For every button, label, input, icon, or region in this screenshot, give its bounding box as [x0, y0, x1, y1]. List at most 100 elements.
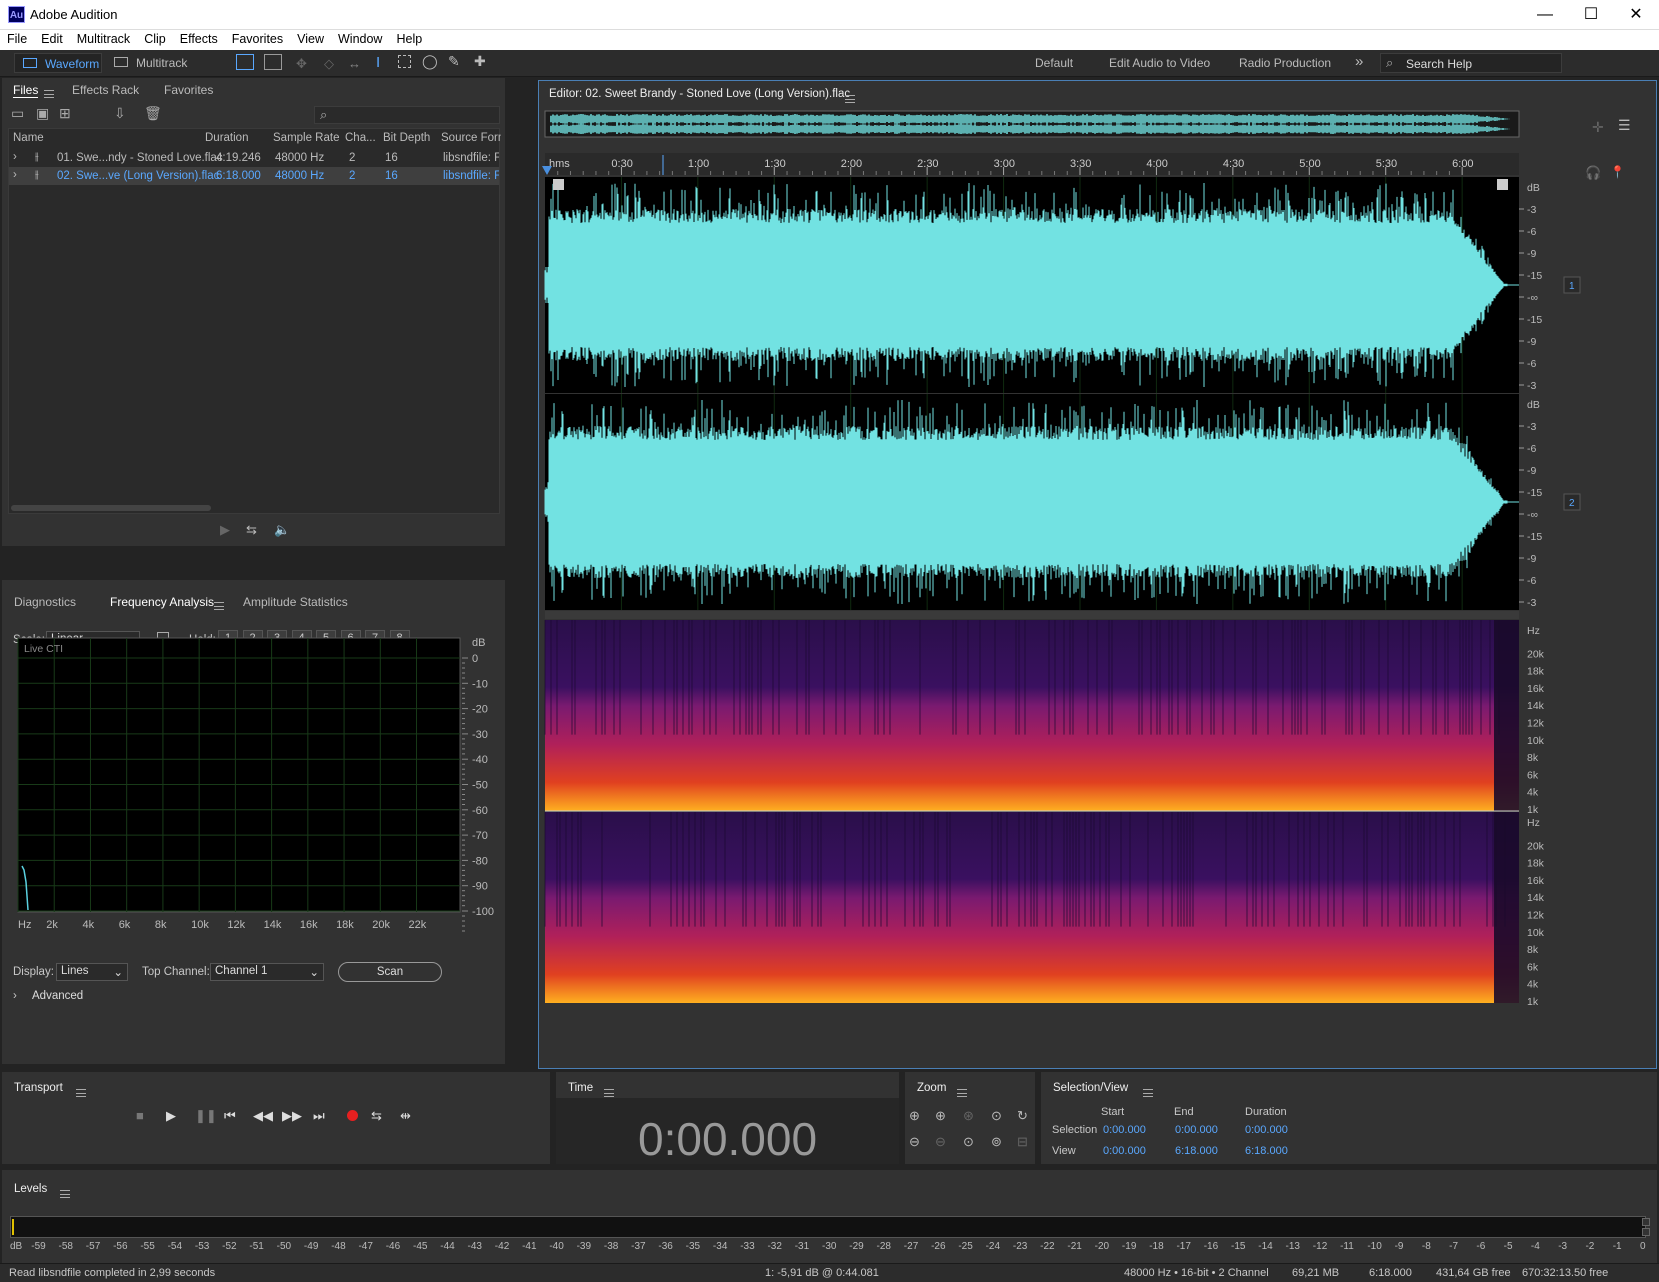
view-divider[interactable] [545, 611, 1519, 619]
rewind-icon[interactable]: ◀◀ [253, 1108, 273, 1124]
display-select[interactable]: Lines ⌄ [56, 963, 128, 981]
zoom-in-amplitude-icon[interactable]: ⊕ [909, 1108, 920, 1124]
file-row-selected[interactable]: › ⫲ 02. Swe...ve (Long Version).flac 6:1… [9, 167, 499, 185]
tab-amplitude-statistics[interactable]: Amplitude Statistics [243, 595, 348, 609]
menu-view[interactable]: View [290, 30, 331, 46]
import-file-icon[interactable]: ▣ [36, 105, 49, 122]
pause-icon[interactable]: ❚❚ [195, 1108, 217, 1124]
loop-playback-icon[interactable]: ⇆ [371, 1108, 382, 1124]
col-duration[interactable]: Duration [205, 132, 248, 144]
maximize-button[interactable]: ☐ [1568, 0, 1614, 30]
expand-icon[interactable]: › [13, 151, 17, 163]
move-tool-icon[interactable]: ✥ [296, 56, 307, 72]
skip-selection-icon[interactable]: ⇹ [400, 1108, 411, 1124]
zoom-reset-icon[interactable]: ↻ [1017, 1108, 1028, 1124]
autoplay-icon[interactable]: 🔈 [274, 522, 290, 538]
zoom-out-point-icon[interactable]: ⊙ [963, 1134, 974, 1150]
selection-menu-icon[interactable] [1143, 1089, 1153, 1097]
clip-indicator-left[interactable] [1642, 1218, 1650, 1226]
menu-clip[interactable]: Clip [137, 30, 173, 46]
analysis-panel-menu-icon[interactable] [214, 602, 224, 610]
horizontal-scrollbar[interactable] [11, 505, 211, 511]
workspace-edit-audio-to-video[interactable]: Edit Audio to Video [1109, 56, 1210, 70]
play-icon[interactable]: ▶ [166, 1108, 176, 1124]
waveform-view-button[interactable]: Waveform [14, 53, 102, 73]
open-file-icon[interactable]: ▭ [11, 105, 24, 122]
editor-canvas[interactable]: hms 0:30 1:00 1:30 2:00 2:30 3:00 3:30 4:00 4:30 5… [539, 81, 1658, 1070]
record-icon[interactable] [347, 1110, 358, 1121]
brush-tool-icon[interactable]: ✎ [448, 53, 460, 70]
advanced-toggle[interactable]: Advanced [32, 990, 83, 1002]
razor-tool-icon[interactable]: ◇ [324, 56, 334, 72]
loop-preview-icon[interactable]: ⇆ [246, 522, 257, 538]
menu-favorites[interactable]: Favorites [225, 30, 290, 46]
play-preview-icon[interactable]: ▶ [220, 522, 230, 538]
menu-edit[interactable]: Edit [34, 30, 70, 46]
tab-frequency-analysis[interactable]: Frequency Analysis [110, 595, 214, 609]
selection-end[interactable]: 0:00.000 [1175, 1124, 1218, 1136]
zoom-out-full-icon[interactable]: ⊚ [991, 1134, 1002, 1150]
spectral-frequency-icon[interactable] [264, 54, 282, 70]
levels-menu-icon[interactable] [60, 1190, 70, 1198]
scan-button[interactable]: Scan [338, 962, 442, 982]
tab-effects-rack[interactable]: Effects Rack [72, 83, 139, 97]
files-search-input[interactable]: ⌕ [314, 106, 500, 124]
file-row[interactable]: › ⫲ 01. Swe...ndy - Stoned Love.flac 4:1… [9, 149, 499, 167]
chevron-right-icon[interactable]: › [13, 990, 17, 1002]
fast-forward-icon[interactable]: ▶▶ [282, 1108, 302, 1124]
col-channels[interactable]: Cha... [345, 132, 376, 144]
view-start[interactable]: 0:00.000 [1103, 1145, 1146, 1157]
transport-menu-icon[interactable] [76, 1089, 86, 1097]
multitrack-view-button[interactable]: Multitrack [110, 53, 190, 73]
spectrogram-channel[interactable] [545, 620, 1519, 811]
zoom-selection-icon[interactable]: ⊛ [963, 1108, 974, 1124]
workspace-default[interactable]: Default [1035, 56, 1073, 70]
insert-into-multitrack-icon[interactable]: ⇩ [114, 105, 126, 122]
col-bit-depth[interactable]: Bit Depth [383, 132, 430, 144]
expand-icon[interactable]: › [13, 169, 17, 181]
close-button[interactable]: ✕ [1613, 0, 1659, 30]
menu-multitrack[interactable]: Multitrack [70, 30, 137, 46]
selection-start[interactable]: 0:00.000 [1103, 1124, 1146, 1136]
zoom-track-icon[interactable]: ⊟ [1017, 1134, 1028, 1150]
clip-indicator-right[interactable] [1642, 1228, 1650, 1236]
stop-icon[interactable]: ■ [136, 1108, 144, 1123]
skip-to-start-icon[interactable]: ⏮ [224, 1108, 236, 1124]
zoom-in-time-icon[interactable]: ⊕ [935, 1108, 946, 1124]
tab-files[interactable]: Files [13, 83, 38, 98]
spectral-waveform-icon[interactable] [236, 54, 254, 70]
time-selection-tool-icon[interactable]: I [376, 54, 380, 71]
search-help-input[interactable]: ⌕ Search Help [1380, 53, 1562, 73]
menu-help[interactable]: Help [389, 30, 429, 46]
tab-diagnostics[interactable]: Diagnostics [14, 595, 76, 609]
zoom-in-point-icon[interactable]: ⊙ [991, 1108, 1002, 1124]
zoom-out-time-icon[interactable]: ⊖ [935, 1134, 946, 1150]
col-sample-rate[interactable]: Sample Rate [273, 132, 339, 144]
more-workspaces-button[interactable]: » [1355, 53, 1363, 70]
zoom-menu-icon[interactable] [957, 1089, 967, 1097]
menu-effects[interactable]: Effects [173, 30, 225, 46]
spectrogram-channel[interactable] [545, 812, 1519, 1003]
files-panel-menu-icon[interactable] [44, 90, 54, 98]
menu-file[interactable]: File [0, 30, 34, 46]
col-name[interactable]: Name [13, 132, 44, 144]
menu-window[interactable]: Window [331, 30, 389, 46]
view-duration[interactable]: 6:18.000 [1245, 1145, 1288, 1157]
view-end[interactable]: 6:18.000 [1175, 1145, 1218, 1157]
minimize-button[interactable]: — [1522, 0, 1568, 30]
spot-healing-icon[interactable]: ✚ [474, 53, 486, 70]
expand-top-left-icon[interactable] [553, 179, 564, 190]
selection-duration[interactable]: 0:00.000 [1245, 1124, 1288, 1136]
marquee-tool-icon[interactable] [398, 55, 411, 68]
time-menu-icon[interactable] [604, 1089, 614, 1097]
workspace-radio-production[interactable]: Radio Production [1239, 56, 1331, 70]
zoom-out-amplitude-icon[interactable]: ⊖ [909, 1134, 920, 1150]
new-file-icon[interactable]: ⊞ [59, 105, 71, 122]
delete-icon[interactable]: 🗑 [144, 105, 162, 122]
slip-tool-icon[interactable]: ↔ [348, 56, 361, 71]
expand-top-right-icon[interactable] [1497, 179, 1508, 190]
col-source-format[interactable]: Source Form [441, 132, 501, 144]
skip-to-end-icon[interactable]: ⏭ [313, 1108, 325, 1124]
top-channel-select[interactable]: Channel 1 ⌄ [210, 963, 324, 981]
lasso-tool-icon[interactable]: ◯ [422, 53, 438, 70]
